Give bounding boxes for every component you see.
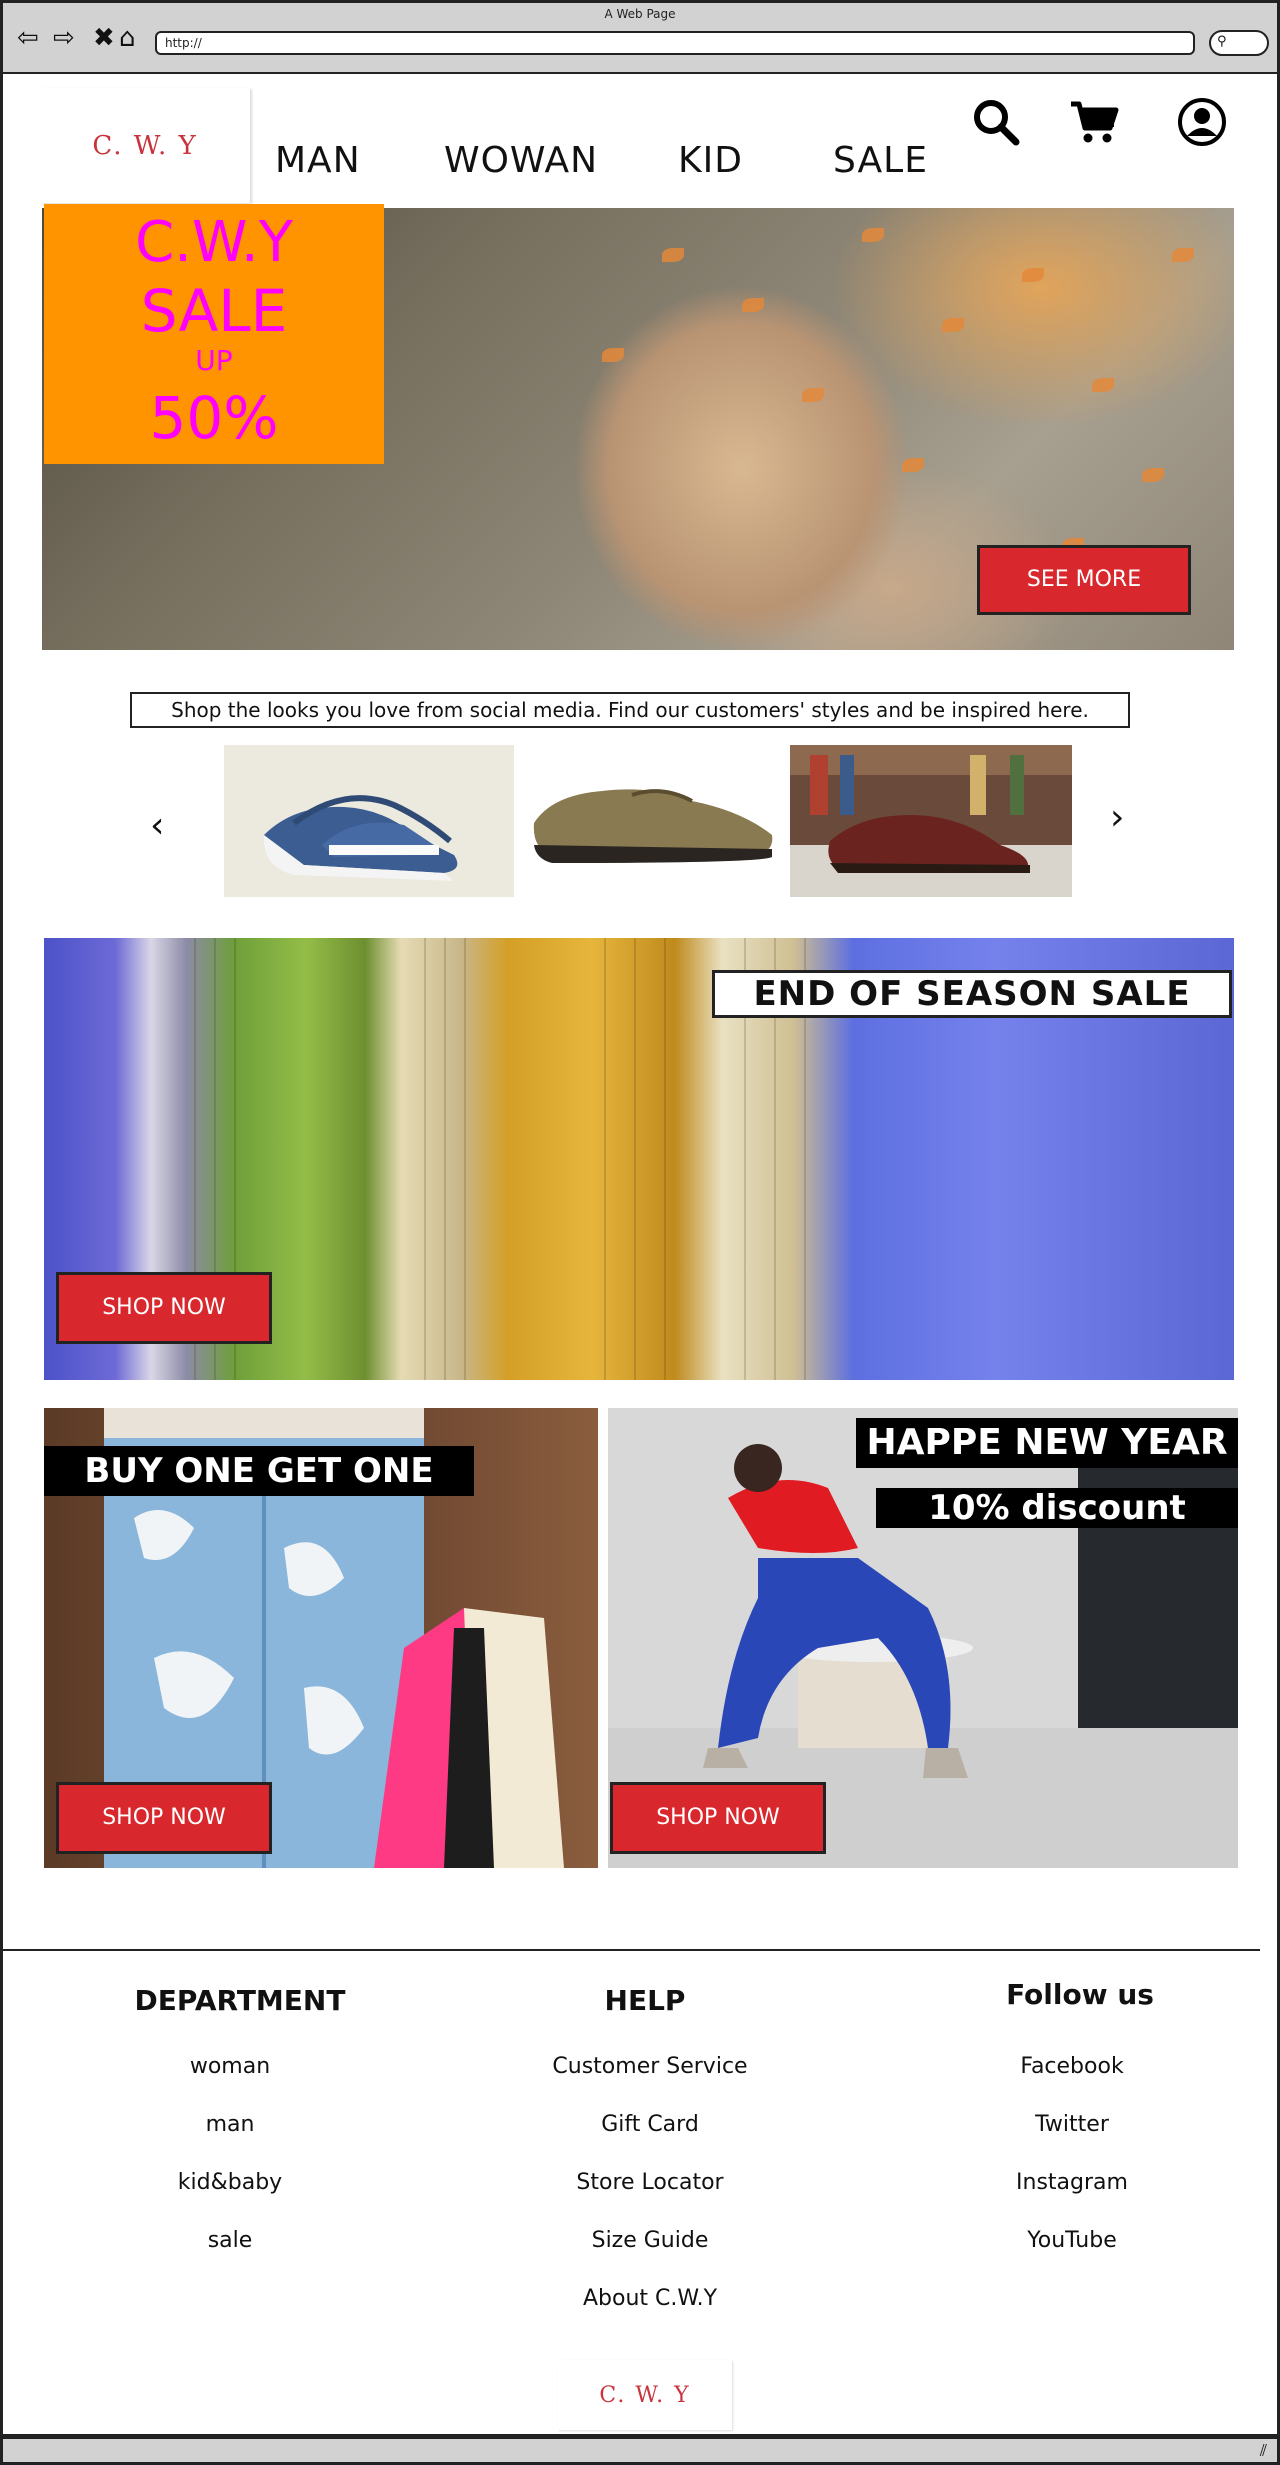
hero-sale-brand: C.W.Y — [135, 210, 293, 275]
browser-search-box[interactable]: ⚲ — [1209, 30, 1269, 56]
footer-link-twitter[interactable]: Twitter — [972, 2112, 1172, 2137]
footer-link-sale[interactable]: sale — [130, 2228, 330, 2253]
season-shop-now-button[interactable]: SHOP NOW — [56, 1272, 272, 1344]
footer-divider — [0, 1949, 1260, 1951]
footer-help-title: HELP — [604, 1984, 686, 2017]
promo-new-year-title: HAPPE NEW YEAR — [856, 1418, 1238, 1468]
nav-item-woman[interactable]: WOWAN — [444, 140, 598, 181]
promo-new-year-shop-now-button[interactable]: SHOP NOW — [610, 1782, 826, 1854]
shoe-card-leather-oxford[interactable] — [790, 745, 1072, 897]
site-logo-text: C. W. Y — [92, 130, 198, 161]
footer-link-youtube[interactable]: YouTube — [972, 2228, 1172, 2253]
cart-icon[interactable] — [1068, 96, 1120, 148]
footer-link-customer-service[interactable]: Customer Service — [510, 2054, 790, 2079]
browser-chrome: A Web Page ⇦ ⇨ ✖ ⌂ http:// ⚲ — [0, 0, 1280, 72]
shoe-card-brown-suede[interactable] — [522, 745, 780, 897]
hero-sale-up: UP — [195, 344, 233, 377]
url-bar[interactable]: http:// — [155, 31, 1195, 55]
hero-sale-percent: 50% — [149, 384, 279, 452]
footer-link-woman[interactable]: woman — [130, 2054, 330, 2079]
search-icon[interactable] — [970, 96, 1022, 148]
carousel-next-button[interactable]: › — [1110, 798, 1124, 838]
site-logo[interactable]: C. W. Y — [40, 88, 250, 203]
arrow-right-icon[interactable]: ⇨ — [53, 23, 75, 53]
promo-bogo-shop-now-button[interactable]: SHOP NOW — [56, 1782, 272, 1854]
footer-follow-title: Follow us — [1006, 1978, 1154, 2011]
footer-link-kid-baby[interactable]: kid&baby — [130, 2170, 330, 2195]
footer-link-facebook[interactable]: Facebook — [972, 2054, 1172, 2079]
nav-item-sale[interactable]: SALE — [833, 140, 928, 181]
footer-link-about[interactable]: About C.W.Y — [510, 2286, 790, 2311]
season-sale-title: END OF SEASON SALE — [712, 970, 1232, 1018]
promo-bogo-title: BUY ONE GET ONE — [44, 1446, 474, 1496]
user-icon[interactable] — [1176, 96, 1228, 148]
footer-link-store-locator[interactable]: Store Locator — [510, 2170, 790, 2195]
search-icon: ⚲ — [1217, 34, 1227, 49]
promo-new-year-discount: 10% discount — [876, 1488, 1238, 1528]
browser-status-bar: ⫽ — [0, 2437, 1280, 2465]
resize-grip-icon[interactable]: ⫽ — [1260, 2441, 1267, 2461]
social-caption: Shop the looks you love from social medi… — [130, 692, 1130, 728]
see-more-button[interactable]: SEE MORE — [977, 545, 1191, 615]
footer-department-title: DEPARTMENT — [134, 1984, 346, 2017]
nav-item-man[interactable]: MAN — [275, 140, 361, 181]
carousel-prev-button[interactable]: ‹ — [150, 806, 164, 846]
hero-sale-badge: C.W.Y SALE UP 50% — [44, 204, 384, 464]
shoe-card-blue-sneaker[interactable] — [224, 745, 514, 897]
window-title: A Web Page — [604, 7, 676, 21]
close-icon[interactable]: ✖ — [93, 23, 115, 53]
hero-sale-word: SALE — [140, 277, 288, 345]
footer-link-size-guide[interactable]: Size Guide — [510, 2228, 790, 2253]
footer-logo-text: C. W. Y — [599, 2382, 691, 2408]
nav-item-kid[interactable]: KID — [678, 140, 743, 181]
footer-link-gift-card[interactable]: Gift Card — [510, 2112, 790, 2137]
home-icon[interactable]: ⌂ — [119, 23, 136, 53]
footer-link-man[interactable]: man — [130, 2112, 330, 2137]
footer-link-instagram[interactable]: Instagram — [972, 2170, 1172, 2195]
footer-logo[interactable]: C. W. Y — [558, 2360, 732, 2430]
arrow-left-icon[interactable]: ⇦ — [17, 23, 39, 53]
